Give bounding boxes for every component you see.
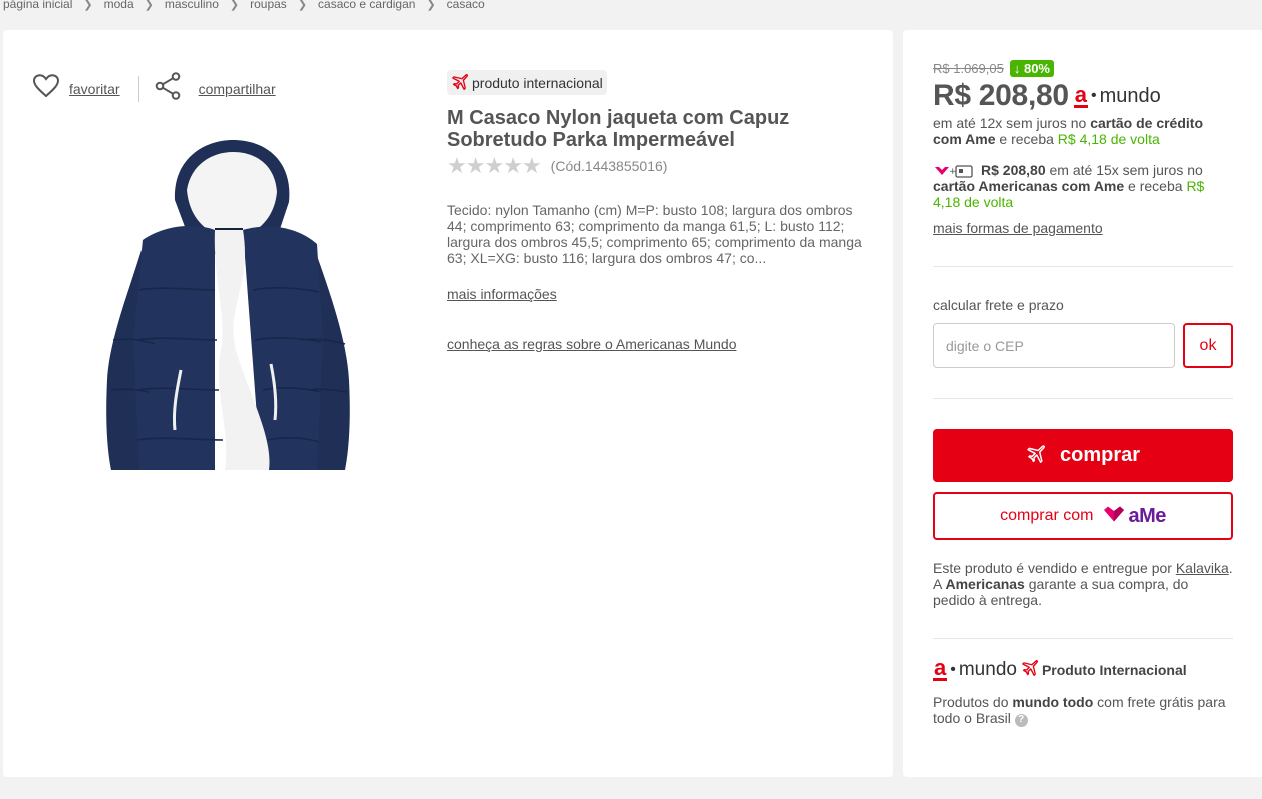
favorite-button[interactable]: favoritar [32,74,120,103]
seller-info: Este produto é vendido e entregue por Ka… [933,560,1233,608]
help-icon[interactable]: ? [1014,713,1028,727]
product-info: produto internacional M Casaco Nylon jaq… [447,70,867,354]
old-price: R$ 1.069,05 [933,61,1004,76]
star-icon: ★ [503,153,523,178]
star-icon: ★ [521,153,542,178]
star-icon: ★ [465,153,486,178]
divider [933,398,1233,399]
mundo-logo-a: a [1073,81,1088,108]
product-actions: favoritar compartilhar [32,72,276,105]
seller-link[interactable]: Kalavika [1176,560,1229,576]
cashback-value: R$ 4,18 de volta [1057,131,1160,147]
arrow-down-icon: ↓ [1013,61,1021,76]
calculate-freight-button[interactable]: ok [1183,323,1233,368]
breadcrumb-item-roupas[interactable]: roupas [250,0,287,11]
discount-value: 80% [1023,61,1050,76]
installment-credit-card: em até 12x sem juros no cartão de crédit… [933,115,1233,147]
buy-with-ame-button[interactable]: comprar com aMe [933,492,1233,540]
seller-brand: Americanas [945,576,1025,592]
product-panel: favoritar compartilhar produto internaci… [3,30,893,777]
divider [137,75,139,102]
americanas-mundo-logo: a • mundo [1073,81,1161,108]
installment-text: e receba [995,131,1058,147]
mundo-rules-link[interactable]: conheça as regras sobre o Americanas Mun… [447,336,737,352]
installment-price: R$ 208,80 [981,162,1046,178]
product-description: Tecido: nylon Tamanho (cm) M=P: busto 10… [447,202,862,266]
breadcrumb-item-masculino[interactable]: masculino [165,0,219,11]
buy-button-label: comprar [1059,444,1141,466]
seller-text: . [1228,560,1233,576]
breadcrumb: página inicial ❯ moda ❯ masculino ❯ roup… [3,0,485,14]
product-image[interactable] [103,140,353,475]
chevron-right-icon: ❯ [144,0,154,11]
chevron-right-icon: ❯ [229,0,240,11]
favorite-label: favoritar [69,80,120,97]
installment-text: em até 12x sem juros no [933,115,1091,131]
share-icon [155,72,181,105]
buy-button[interactable]: comprar [933,429,1233,482]
airplane-icon [451,72,472,93]
rating-stars[interactable]: ★ ★ ★ ★ ★ [447,153,542,178]
discount-badge: ↓ 80% [1009,60,1054,77]
installment-americanas-card: + R$ 208,80 em até 15x sem juros no cartã… [933,162,1233,210]
buy-with-ame-label: comprar com [1000,507,1094,524]
international-badge: produto internacional [447,70,607,95]
airplane-icon [1026,443,1060,469]
star-icon: ★ [484,153,505,178]
product-title: M Casaco Nylon jaqueta com Capuz Sobretu… [447,107,790,151]
freight-label: calcular frete e prazo [933,297,1064,313]
mundo-logo-dot: • [950,660,956,678]
product-code: (Cód.1443855016) [550,158,668,174]
installment-text: e receba [1124,178,1187,195]
installment-card-name: cartão Americanas com Ame [933,178,1125,195]
more-info-link[interactable]: mais informações [447,286,557,302]
more-payment-options-link[interactable]: mais formas de pagamento [933,220,1233,236]
seller-text: Este produto é vendido e entregue por [933,560,1176,576]
ame-logo: aMe [1103,504,1166,528]
mundo-logo-dot: • [1091,87,1097,104]
share-button[interactable]: compartilhar [155,72,276,105]
heart-icon [32,74,60,103]
chevron-right-icon: ❯ [297,0,308,11]
seller-text: A [933,576,946,592]
free-shipping-info: Produtos do mundo todo com frete grátis … [933,694,1233,727]
mundo-logo-text: mundo [958,658,1017,680]
breadcrumb-item-casaco-cardigan[interactable]: casaco e cardigan [318,0,415,11]
price-row: R$ 208,80 a • mundo [933,79,1233,113]
international-badge-label: produto internacional [472,74,603,91]
chevron-right-icon: ❯ [426,0,436,11]
ame-wordmark: aMe [1128,504,1166,527]
old-price-row: R$ 1.069,05 ↓ 80% [933,60,1233,77]
breadcrumb-item-home[interactable]: página inicial [3,0,72,11]
ame-heart-icon [1103,506,1125,527]
divider [933,266,1233,267]
buy-box: R$ 1.069,05 ↓ 80% R$ 208,80 a • mundo em… [903,30,1262,777]
free-shipping-text: Produtos do [933,694,1013,710]
mundo-logo-a: a [933,655,948,681]
rating-row: ★ ★ ★ ★ ★ (Cód.1443855016) [447,155,867,177]
international-product-label: Produto Internacional [1041,661,1187,678]
ame-card-icon: + [933,164,975,178]
breadcrumb-item-moda[interactable]: moda [104,0,134,11]
breadcrumb-item-casaco[interactable]: casaco [447,0,485,11]
cep-input[interactable] [933,323,1175,368]
installment-text: em até 15x sem juros no [1045,162,1203,178]
mundo-section-header: a • mundo Produto Internacional [933,655,1233,681]
mundo-logo-text: mundo [1099,84,1161,107]
airplane-icon [1021,658,1039,681]
chevron-right-icon: ❯ [83,0,93,11]
americanas-mundo-logo: a • mundo [933,655,1017,681]
share-label: compartilhar [198,80,276,97]
free-shipping-highlight: mundo todo [1012,694,1094,710]
star-icon: ★ [447,153,467,178]
divider [933,638,1233,639]
current-price: R$ 208,80 [933,79,1069,112]
